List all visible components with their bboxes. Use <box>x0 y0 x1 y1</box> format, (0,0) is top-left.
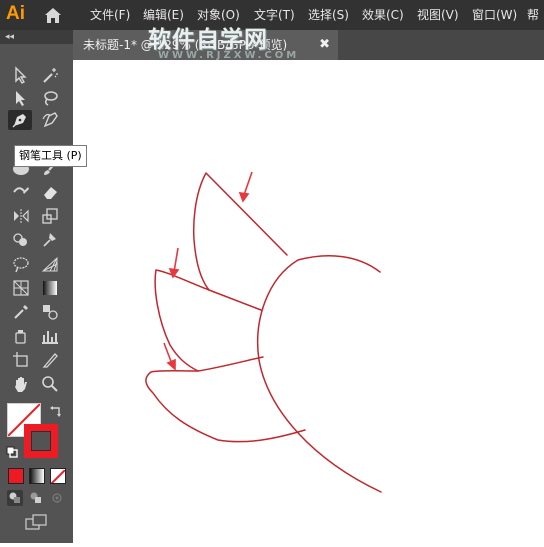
arrow-top-head <box>238 192 250 203</box>
gradient-icon[interactable] <box>38 278 62 298</box>
menu-view[interactable]: 视图(V) <box>417 0 459 30</box>
artboard-canvas[interactable] <box>73 60 544 543</box>
arrow-bottom-head <box>166 358 176 371</box>
shape-builder-icon[interactable] <box>9 230 33 250</box>
draw-normal-icon <box>9 492 20 503</box>
lasso-icon[interactable] <box>38 88 62 108</box>
pen-tool-tooltip: 钢笔工具 (P) <box>14 145 87 167</box>
blend-icon[interactable] <box>38 302 62 322</box>
eyedropper-icon[interactable] <box>9 302 33 322</box>
home-icon[interactable] <box>44 7 62 24</box>
gradient-mode-button[interactable] <box>29 468 45 484</box>
draw-behind-icon <box>30 492 41 503</box>
menu-file[interactable]: 文件(F) <box>90 0 130 30</box>
slice-icon[interactable] <box>38 350 62 370</box>
pin-icon[interactable] <box>38 230 62 250</box>
none-mode-button[interactable] <box>50 468 66 484</box>
close-icon[interactable]: ✖ <box>319 30 330 60</box>
screen-mode-button[interactable] <box>25 514 47 532</box>
selection-icon[interactable] <box>9 65 33 85</box>
swap-colors-icon[interactable] <box>49 404 63 418</box>
top-petal <box>192 172 288 291</box>
screen-mode-icon <box>25 514 47 530</box>
tools-panel: ◂◂ <box>0 30 73 543</box>
color-mode-button[interactable] <box>8 468 24 484</box>
curvature-icon[interactable] <box>38 110 62 130</box>
hand-icon[interactable] <box>9 374 33 394</box>
flower-center-outline <box>257 255 382 493</box>
arrow-middle-head <box>168 268 180 279</box>
default-colors-icon[interactable] <box>6 446 18 458</box>
shaper-icon[interactable] <box>9 182 33 202</box>
arrow-middle <box>173 247 179 273</box>
pen-icon[interactable] <box>8 110 32 130</box>
eraser-icon[interactable] <box>38 182 62 202</box>
draw-behind-button[interactable] <box>28 490 44 506</box>
scale-icon[interactable] <box>38 206 62 226</box>
menu-select[interactable]: 选择(S) <box>308 0 349 30</box>
magic-wand-icon[interactable] <box>38 65 62 85</box>
mesh-icon[interactable] <box>38 254 62 274</box>
toolbar-handle[interactable]: ◂◂ <box>0 30 73 44</box>
flower-artwork <box>145 171 382 493</box>
artboard-icon[interactable] <box>9 350 33 370</box>
zoom-icon[interactable] <box>38 374 62 394</box>
warp-icon[interactable] <box>9 254 33 274</box>
bottom-petal <box>145 370 306 443</box>
watermark-title: 软件自学网 <box>148 27 268 53</box>
arrow-top <box>243 171 253 196</box>
watermark-subtitle: WWW.RJZXW.COM <box>158 50 300 61</box>
direct-selection-icon[interactable] <box>9 88 33 108</box>
menu-help[interactable]: 帮 <box>527 0 539 30</box>
column-graph-icon[interactable] <box>38 326 62 346</box>
menu-effect[interactable]: 效果(C) <box>362 0 404 30</box>
draw-normal-button[interactable] <box>7 490 23 506</box>
stroke-swatch[interactable] <box>24 424 58 458</box>
draw-inside-icon <box>52 493 62 503</box>
collapse-icon[interactable]: ◂◂ <box>5 30 14 44</box>
none-icon <box>51 469 65 483</box>
reflect-icon[interactable] <box>9 206 33 226</box>
app-logo: Ai <box>6 3 25 24</box>
menu-window[interactable]: 窗口(W) <box>472 0 517 30</box>
grid-icon[interactable] <box>9 278 33 298</box>
menu-bar: Ai 文件(F) 编辑(E) 对象(O) 文字(T) 选择(S) 效果(C) 视… <box>0 0 544 30</box>
middle-petal <box>154 269 264 372</box>
stroke-swatch-inner <box>31 431 51 451</box>
symbol-sprayer-icon[interactable] <box>9 326 33 346</box>
draw-inside-button[interactable] <box>49 490 65 506</box>
document-tab-bar: 未标题-1* @ 129% (RGB/GPU 预览) ✖ <box>73 30 544 60</box>
